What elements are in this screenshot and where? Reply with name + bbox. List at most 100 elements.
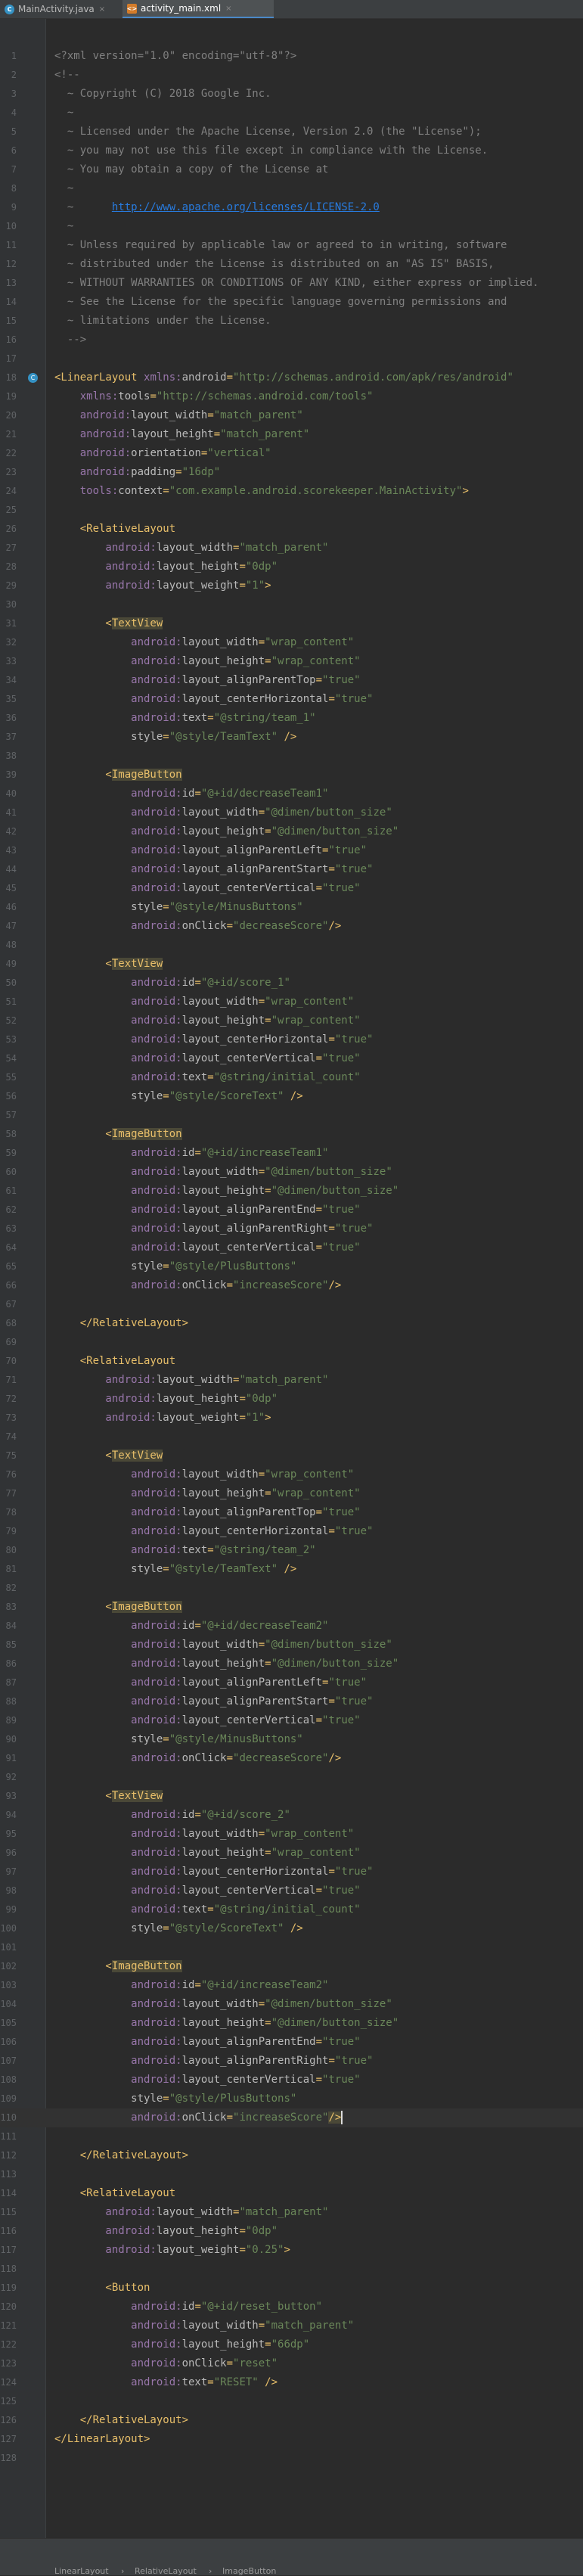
code-line[interactable]: 126 </RelativeLayout> (0, 2411, 583, 2430)
code-line[interactable]: 97 android:layout_centerHorizontal="true… (0, 1863, 583, 1882)
code-line[interactable]: 26 <RelativeLayout (0, 520, 583, 539)
code-line[interactable]: 84 android:id="@+id/decreaseTeam2" (0, 1617, 583, 1636)
code-line[interactable]: 68 </RelativeLayout> (0, 1314, 583, 1333)
code-line[interactable]: 34 android:layout_alignParentTop="true" (0, 671, 583, 690)
code-line[interactable]: 108 android:layout_centerVertical="true" (0, 2071, 583, 2090)
code-line[interactable]: 19 xmlns:tools="http://schemas.android.c… (0, 387, 583, 406)
code-line[interactable]: 62 android:layout_alignParentEnd="true" (0, 1201, 583, 1220)
code-line[interactable]: 24 tools:context="com.example.android.sc… (0, 482, 583, 501)
code-line[interactable]: 123 android:onClick="reset" (0, 2354, 583, 2373)
code-line[interactable]: 18 C <LinearLayout xmlns:android="http://s… (0, 368, 583, 387)
code-line[interactable]: 35 android:layout_centerHorizontal="true… (0, 690, 583, 709)
code-line[interactable]: 17 (0, 350, 583, 368)
code-line[interactable]: 102 <ImageButton (0, 1957, 583, 1976)
code-line[interactable]: 48 (0, 936, 583, 955)
code-line[interactable]: 92 (0, 1768, 583, 1787)
code-line[interactable]: 73 android:layout_weight="1"> (0, 1409, 583, 1428)
code-line[interactable]: 61 android:layout_height="@dimen/button_… (0, 1182, 583, 1201)
code-line[interactable]: 33 android:layout_height="wrap_content" (0, 652, 583, 671)
code-line[interactable]: 103 android:id="@+id/increaseTeam2" (0, 1976, 583, 1995)
code-line[interactable]: 109 style="@style/PlusButtons" (0, 2090, 583, 2108)
code-line[interactable]: 39 <ImageButton (0, 766, 583, 785)
code-line[interactable]: 95 android:layout_width="wrap_content" (0, 1825, 583, 1844)
code-line[interactable]: 96 android:layout_height="wrap_content" (0, 1844, 583, 1863)
code-line[interactable]: 29 android:layout_weight="1"> (0, 576, 583, 595)
code-line[interactable]: 47 android:onClick="decreaseScore"/> (0, 917, 583, 936)
code-line[interactable]: 5 ~ Licensed under the Apache License, V… (0, 123, 583, 141)
code-line[interactable]: 41 android:layout_width="@dimen/button_s… (0, 803, 583, 822)
code-line[interactable]: 51 android:layout_width="wrap_content" (0, 993, 583, 1011)
code-line[interactable]: 93 <TextView (0, 1787, 583, 1806)
code-line[interactable]: 85 android:layout_width="@dimen/button_s… (0, 1636, 583, 1655)
code-line[interactable]: 28 android:layout_height="0dp" (0, 558, 583, 576)
code-line[interactable]: 119 <Button (0, 2279, 583, 2298)
breadcrumb-relativelayout[interactable]: RelativeLayout (135, 2566, 197, 2576)
code-line[interactable]: 116 android:layout_height="0dp" (0, 2222, 583, 2241)
code-line[interactable]: 107 android:layout_alignParentRight="tru… (0, 2052, 583, 2071)
code-line[interactable]: 94 android:id="@+id/score_2" (0, 1806, 583, 1825)
code-line[interactable]: 22 android:orientation="vertical" (0, 444, 583, 463)
code-line[interactable]: 83 <ImageButton (0, 1598, 583, 1617)
code-line[interactable]: 46 style="@style/MinusButtons" (0, 898, 583, 917)
code-line[interactable]: 65 style="@style/PlusButtons" (0, 1257, 583, 1276)
code-line[interactable]: 125 (0, 2392, 583, 2411)
code-line[interactable]: 7 ~ You may obtain a copy of the License… (0, 160, 583, 179)
breadcrumb-imagebutton[interactable]: ImageButton (222, 2566, 276, 2576)
close-icon[interactable]: × (225, 5, 231, 13)
code-line[interactable]: 111 (0, 2127, 583, 2146)
code-line[interactable]: 114 <RelativeLayout (0, 2184, 583, 2203)
code-line[interactable]: 16 --> (0, 331, 583, 350)
code-line[interactable]: 57 (0, 1106, 583, 1125)
activity-link-icon[interactable]: C (28, 373, 38, 383)
code-line[interactable]: 99 android:text="@string/initial_count" (0, 1900, 583, 1919)
code-line[interactable]: 66 android:onClick="increaseScore"/> (0, 1276, 583, 1295)
code-line[interactable]: 11 ~ Unless required by applicable law o… (0, 236, 583, 255)
code-line[interactable]: 122 android:layout_height="66dp" (0, 2335, 583, 2354)
code-line[interactable]: 104 android:layout_width="@dimen/button_… (0, 1995, 583, 2014)
code-line[interactable]: 60 android:layout_width="@dimen/button_s… (0, 1163, 583, 1182)
code-line[interactable]: 53 android:layout_centerHorizontal="true… (0, 1030, 583, 1049)
code-line[interactable]: 64 android:layout_centerVertical="true" (0, 1238, 583, 1257)
code-line[interactable]: 63 android:layout_alignParentRight="true… (0, 1220, 583, 1238)
code-line[interactable]: 115 android:layout_width="match_parent" (0, 2203, 583, 2222)
code-line[interactable]: 120 android:id="@+id/reset_button" (0, 2298, 583, 2317)
code-line[interactable]: 30 (0, 595, 583, 614)
code-line[interactable]: 78 android:layout_alignParentTop="true" (0, 1503, 583, 1522)
code-line[interactable]: 44 android:layout_alignParentStart="true… (0, 860, 583, 879)
code-line[interactable]: 91 android:onClick="decreaseScore"/> (0, 1749, 583, 1768)
code-line[interactable]: 86 android:layout_height="@dimen/button_… (0, 1655, 583, 1673)
code-line[interactable]: 89 android:layout_centerVertical="true" (0, 1711, 583, 1730)
close-icon[interactable]: × (99, 5, 105, 14)
code-line[interactable]: 1 <?xml version="1.0" encoding="utf-8"?> (0, 47, 583, 66)
code-line[interactable]: 3 ~ Copyright (C) 2018 Google Inc. (0, 85, 583, 104)
code-line[interactable]: 101 (0, 1938, 583, 1957)
code-line[interactable]: 88 android:layout_alignParentStart="true… (0, 1692, 583, 1711)
code-line[interactable]: 37 style="@style/TeamText" /> (0, 728, 583, 747)
breadcrumb-linearlayout[interactable]: LinearLayout (54, 2566, 109, 2576)
tab-activity-main-xml[interactable]: <> activity_main.xml × (122, 0, 274, 18)
code-line[interactable]: 12 ~ distributed under the License is di… (0, 255, 583, 274)
code-line[interactable]: 75 <TextView (0, 1446, 583, 1465)
code-line[interactable]: 14 ~ See the License for the specific la… (0, 293, 583, 312)
code-line[interactable]: 43 android:layout_alignParentLeft="true" (0, 841, 583, 860)
code-line[interactable]: 15 ~ limitations under the License. (0, 312, 583, 331)
code-line[interactable]: 49 <TextView (0, 955, 583, 974)
code-line[interactable]: 27 android:layout_width="match_parent" (0, 539, 583, 558)
tab-mainactivity-java[interactable]: C MainActivity.java × (0, 0, 119, 18)
code-line[interactable]: 58 <ImageButton (0, 1125, 583, 1144)
code-line[interactable]: 21 android:layout_height="match_parent" (0, 425, 583, 444)
code-line[interactable]: 100 style="@style/ScoreText" /> (0, 1919, 583, 1938)
code-line[interactable]: 118 (0, 2260, 583, 2279)
code-line[interactable]: 87 android:layout_alignParentLeft="true" (0, 1673, 583, 1692)
code-line[interactable]: 8 ~ (0, 179, 583, 198)
code-line[interactable]: 31 <TextView (0, 614, 583, 633)
code-line[interactable]: 110 android:onClick="increaseScore"/> (0, 2108, 583, 2127)
code-line[interactable]: 10 ~ (0, 217, 583, 236)
code-line[interactable]: 72 android:layout_height="0dp" (0, 1390, 583, 1409)
code-line[interactable]: 6 ~ you may not use this file except in … (0, 141, 583, 160)
code-line[interactable]: 113 (0, 2165, 583, 2184)
code-line[interactable]: 9 ~ http://www.apache.org/licenses/LICEN… (0, 198, 583, 217)
code-line[interactable]: 90 style="@style/MinusButtons" (0, 1730, 583, 1749)
code-line[interactable]: 80 android:text="@string/team_2" (0, 1541, 583, 1560)
code-line[interactable]: 121 android:layout_width="match_parent" (0, 2317, 583, 2335)
